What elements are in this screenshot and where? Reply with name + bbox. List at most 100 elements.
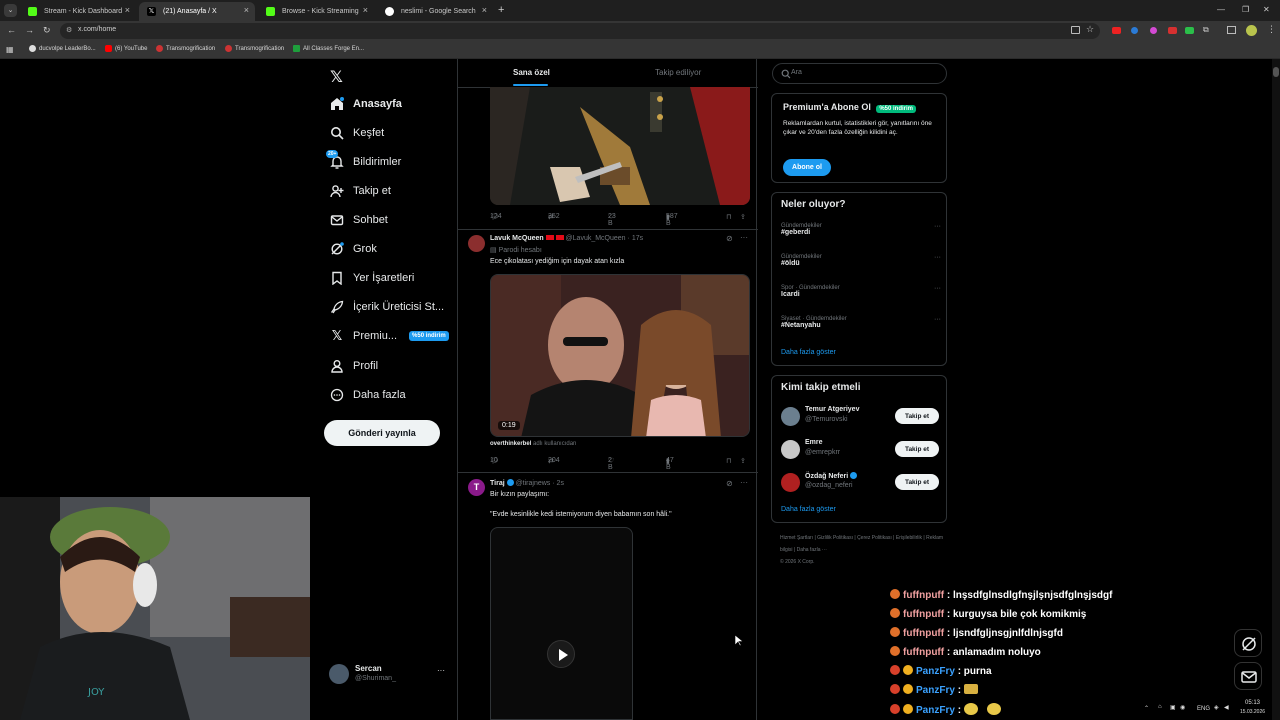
reload-icon[interactable]: ↻ [43,25,51,36]
post-video[interactable] [490,527,633,720]
bookmark-item[interactable]: (6) YouTube [105,45,147,52]
trend-item[interactable]: Gündemdekiler #geberdi ··· [781,223,941,243]
bookmark-star-icon[interactable]: ☆ [1086,24,1094,35]
share-icon[interactable]: ⇪ [740,457,746,465]
trend-item[interactable]: Siyaset · Gündemdekiler #Netanyahu ··· [781,316,941,336]
show-more-link[interactable]: Daha fazla göster [781,506,836,513]
tab-search-button[interactable]: ⌄ [4,4,17,17]
post-handle[interactable]: @tirajnews [516,480,551,487]
bookmark-item[interactable]: ducvolpe LeaderBo... [29,45,96,52]
post-media-image[interactable] [490,87,750,205]
language-indicator[interactable]: ENG [1197,706,1210,712]
sidebar-item-home[interactable]: Anasayfa [330,93,402,115]
post-video[interactable]: 0:19 [490,274,750,437]
trend-item[interactable]: Spor · Gündemdekiler Icardi ··· [781,285,941,305]
follow-suggestion[interactable]: Temur Atgeriyev @Temurovski Takip et [781,405,941,427]
tab-google-search[interactable]: neslimi - Google Search × [377,2,493,21]
extension-icon[interactable] [1131,27,1138,34]
sidebar-item-premium[interactable]: 𝕏 Premiu... %50 indirim [330,325,449,347]
clock-time[interactable]: 05:13 [1245,700,1260,706]
account-switcher[interactable]: Sercan @Shuriman_ ··· [329,662,449,686]
footer-link[interactable]: Çerez Politikası [857,535,892,541]
close-tab-icon[interactable]: × [363,5,368,15]
page-scrollbar[interactable] [1272,59,1280,720]
footer-link[interactable]: Gizlilik Politikası [817,535,853,541]
more-options-icon[interactable]: ··· [934,254,941,261]
avatar[interactable] [1246,25,1257,36]
follow-button[interactable]: Takip et [895,441,939,457]
install-app-icon[interactable] [1071,26,1080,34]
sidebar-item-bookmarks[interactable]: Yer İşaretleri [330,267,414,289]
avatar[interactable]: T [468,479,485,496]
search-input[interactable]: Ara [772,63,947,84]
follow-suggestion[interactable]: Özdağ Neferi @ozdag_neferi Takip et [781,471,941,493]
extension-icon[interactable] [1112,27,1121,34]
sidebar-item-more[interactable]: Daha fazla [330,384,406,406]
more-options-icon[interactable]: ··· [740,233,748,242]
extension-icon[interactable] [1168,27,1177,34]
show-more-link[interactable]: Daha fazla göster [781,349,836,356]
more-options-icon[interactable]: ··· [934,285,941,292]
bookmark-item[interactable]: Transmogrification [156,45,215,52]
app-tray-icon[interactable]: ▣ [1170,704,1176,711]
grok-icon[interactable]: ⊘ [726,234,733,243]
sidebar-item-profile[interactable]: Profil [330,355,378,377]
trend-item[interactable]: Gündemdekiler #öldü ··· [781,254,941,274]
bookmark-item[interactable]: Transmogrification [225,45,284,52]
browser-menu-icon[interactable]: ⋮ [1267,24,1276,35]
follow-button[interactable]: Takip et [895,408,939,424]
sidebar-item-notifications[interactable]: 20+ Bildirimler [326,150,401,173]
share-icon[interactable]: ⇪ [740,213,746,221]
sidebar-item-chat[interactable]: Sohbet [330,209,388,231]
play-button[interactable] [547,640,575,668]
bookmark-item[interactable]: All Classes Forge En... [293,45,364,52]
footer-link[interactable]: Erişilebilirlik [896,535,922,541]
messages-floating-button[interactable] [1234,662,1262,690]
sidebar-toggle-icon[interactable] [1227,26,1236,34]
new-tab-button[interactable]: + [498,4,504,16]
scrollbar-thumb[interactable] [1273,67,1279,77]
more-options-icon[interactable]: ··· [740,478,748,487]
footer-link[interactable]: Daha fazla ··· [797,547,827,553]
tab-x-home[interactable]: 𝕏 (21) Anasayfa / X × [139,2,255,21]
more-options-icon[interactable]: ··· [437,666,445,675]
extension-icon[interactable] [1150,27,1157,34]
sidebar-item-explore[interactable]: Keşfet [330,122,384,144]
maximize-button[interactable]: ❐ [1242,5,1249,14]
wifi-icon[interactable]: ◈ [1214,704,1219,711]
tray-chevron-icon[interactable]: ⌃ [1144,705,1149,712]
post-time[interactable]: 17s [632,235,643,242]
tab-following[interactable]: Takip ediliyor [608,59,758,87]
source-user-link[interactable]: overthinkerbel [490,441,531,447]
close-tab-icon[interactable]: × [244,5,249,15]
grok-icon[interactable]: ⊘ [726,479,733,488]
post-author[interactable]: Lavuk McQueen [490,235,544,242]
follow-button[interactable]: Takip et [895,474,939,490]
sidebar-item-follow[interactable]: Takip et [330,180,391,202]
sidebar-item-grok[interactable]: Grok [330,238,377,260]
grok-floating-button[interactable] [1234,629,1262,657]
close-tab-icon[interactable]: × [125,5,130,15]
follow-suggestion[interactable]: Emre @emrepkrr Takip et [781,438,941,460]
site-info-icon[interactable]: ⚙ [66,26,72,34]
tab-kick-browse[interactable]: Browse - Kick Streaming × [258,2,374,21]
footer-link[interactable]: Hizmet Şartları [780,535,813,541]
sidebar-item-creator-studio[interactable]: İçerik Üreticisi St... [330,296,444,318]
back-icon[interactable]: ← [7,25,16,35]
bookmark-button[interactable]: ⊓ [726,213,731,221]
tab-for-you[interactable]: Sana özel [458,59,608,87]
apps-grid-icon[interactable]: ▦ [6,45,14,54]
clock-date[interactable]: 15.03.2026 [1240,709,1265,715]
url-input[interactable]: ⚙ x.com/home [60,23,1100,39]
more-options-icon[interactable]: ··· [934,316,941,323]
close-tab-icon[interactable]: × [482,5,487,15]
subscribe-button[interactable]: Abone ol [783,159,831,176]
forward-icon[interactable]: → [25,25,34,35]
avatar[interactable] [468,235,485,252]
x-logo-icon[interactable]: 𝕏 [330,67,343,87]
post-handle[interactable]: @Lavuk_McQueen [566,235,626,242]
bookmark-button[interactable]: ⊓ [726,457,731,465]
microphone-icon[interactable]: ◉ [1180,704,1185,711]
tab-kick-dashboard[interactable]: Stream - Kick Dashboard × [20,2,136,21]
post-button[interactable]: Gönderi yayınla [324,420,440,446]
